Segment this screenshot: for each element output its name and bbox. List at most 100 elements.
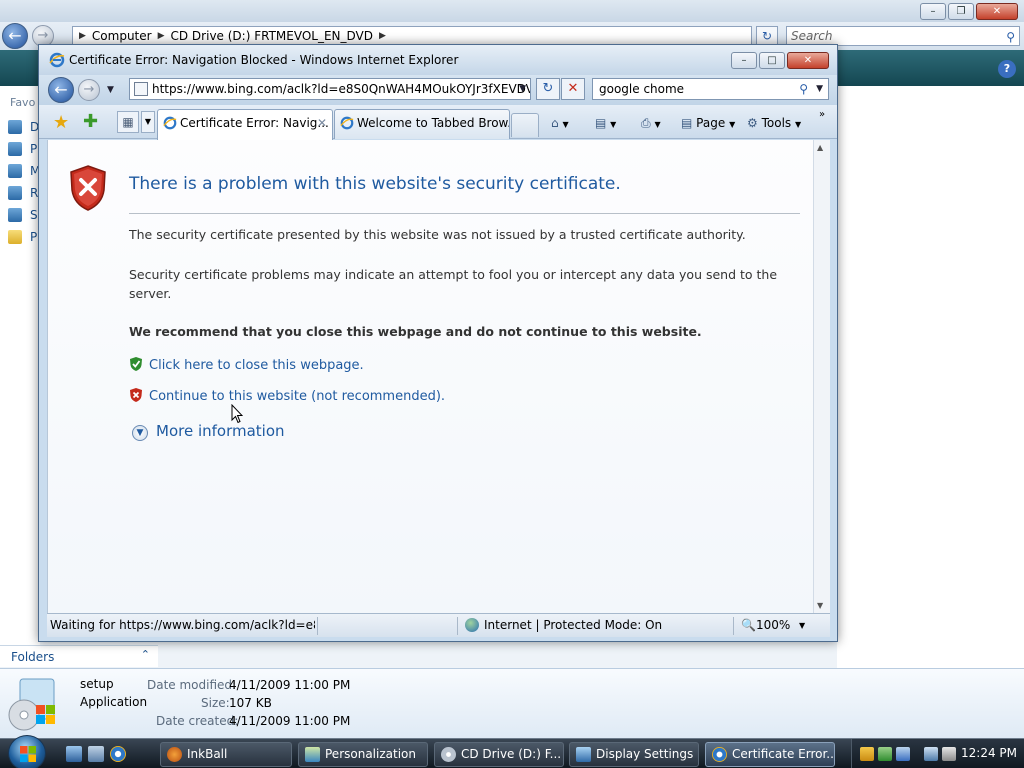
quick-tabs-button[interactable]: ▦ bbox=[117, 111, 139, 133]
switch-windows-icon[interactable] bbox=[88, 746, 104, 762]
close-tab-icon[interactable]: ✕ bbox=[317, 110, 327, 136]
taskbar-button-label: Certificate Error... bbox=[732, 747, 835, 761]
explorer-navigation-pane: Favo D P M R S P bbox=[0, 86, 40, 646]
ie-minimize-button[interactable]: – bbox=[731, 52, 757, 69]
continue-website-link[interactable]: Continue to this website (not recommende… bbox=[129, 387, 445, 404]
windows-defender-icon[interactable] bbox=[878, 747, 892, 761]
chevron-right-icon: ▶ bbox=[79, 31, 86, 41]
new-tab-button[interactable] bbox=[511, 113, 539, 137]
display-settings-icon bbox=[576, 747, 591, 762]
error-description: The security certificate presented by th… bbox=[129, 227, 746, 242]
page-menu-button[interactable]: ▤ Page ▼ bbox=[681, 113, 735, 133]
search-icon[interactable]: ⚲ bbox=[799, 79, 808, 99]
breadcrumb[interactable]: ▶ Computer ▶ CD Drive (D:) FRTMEVOL_EN_D… bbox=[72, 26, 752, 46]
size-label: Size: bbox=[201, 696, 230, 710]
clock[interactable]: 12:24 PM bbox=[961, 746, 1017, 760]
tools-menu-button[interactable]: ⚙ Tools ▼ bbox=[747, 113, 801, 133]
breadcrumb-item-cd-drive[interactable]: CD Drive (D:) FRTMEVOL_EN_DVD bbox=[171, 29, 374, 43]
chevron-more-icon[interactable]: » bbox=[819, 105, 825, 125]
home-button[interactable]: ⌂ ▼ bbox=[551, 113, 569, 133]
ie-refresh-button[interactable]: ↻ bbox=[536, 78, 560, 100]
folder-icon bbox=[8, 230, 22, 244]
address-bar-input[interactable]: https://www.bing.com/aclk?ld=e8S0QnWAH4M… bbox=[129, 78, 531, 100]
tools-menu-label: Tools bbox=[761, 116, 792, 130]
setup-app-icon bbox=[8, 678, 55, 731]
explorer-maximize-button[interactable]: ❐ bbox=[948, 3, 974, 20]
zoom-dropdown-icon[interactable]: ▼ bbox=[799, 618, 805, 634]
close-webpage-link[interactable]: Click here to close this webpage. bbox=[129, 356, 364, 373]
volume-muted-icon[interactable] bbox=[942, 747, 956, 761]
inkball-icon bbox=[167, 747, 182, 762]
taskbar-button-display-settings[interactable]: Display Settings bbox=[569, 742, 699, 767]
language-icon[interactable] bbox=[896, 747, 910, 761]
explorer-minimize-button[interactable]: – bbox=[920, 3, 946, 20]
date-created-value: 4/11/2009 11:00 PM bbox=[229, 714, 351, 728]
continue-website-link-text[interactable]: Continue to this website (not recommende… bbox=[149, 389, 445, 404]
taskbar-button-inkball[interactable]: InkBall bbox=[160, 742, 292, 767]
explorer-file-area bbox=[837, 86, 1024, 668]
tab-welcome-tabbed-browsing[interactable]: Welcome to Tabbed Brow... bbox=[334, 109, 510, 139]
feeds-button[interactable]: ▤ ▼ bbox=[595, 113, 616, 133]
ie-search-input[interactable]: google chome ⚲ ▼ bbox=[592, 78, 829, 100]
explorer-back-button[interactable]: ← bbox=[2, 23, 28, 49]
sidebar-item-pictures[interactable]: P bbox=[30, 142, 37, 156]
search-icon[interactable]: ⚲ bbox=[1006, 28, 1015, 46]
show-desktop-icon[interactable] bbox=[66, 746, 82, 762]
breadcrumb-item-computer[interactable]: Computer bbox=[92, 29, 152, 43]
ie-forward-button[interactable]: → bbox=[78, 79, 100, 101]
ie-navigation-bar: ← → ▼ https://www.bing.com/aclk?ld=e8S0Q… bbox=[39, 75, 837, 105]
size-value: 107 KB bbox=[229, 696, 272, 710]
ie-titlebar[interactable]: Certificate Error: Navigation Blocked - … bbox=[39, 45, 837, 75]
network-icon[interactable] bbox=[924, 747, 938, 761]
scroll-up-icon[interactable]: ▲ bbox=[817, 143, 823, 152]
folders-toggle[interactable]: Folders ⌃ bbox=[0, 645, 158, 667]
sidebar-item-searches[interactable]: S bbox=[30, 208, 38, 222]
zoom-level[interactable]: 🔍100% bbox=[741, 618, 790, 632]
ie-quicklaunch-icon[interactable] bbox=[110, 746, 126, 762]
taskbar-button-cd-drive[interactable]: CD Drive (D:) F... bbox=[434, 742, 564, 767]
rss-feed-icon: ▤ bbox=[595, 116, 607, 130]
security-zone[interactable]: Internet | Protected Mode: On bbox=[465, 618, 662, 632]
taskbar-button-label: InkBall bbox=[187, 747, 228, 761]
security-alert-icon[interactable] bbox=[860, 747, 874, 761]
ie-back-button[interactable]: ← bbox=[48, 77, 74, 103]
tab-certificate-error[interactable]: Certificate Error: Navig... ✕ bbox=[157, 109, 333, 140]
vertical-scrollbar[interactable]: ▲ ▼ bbox=[813, 140, 830, 613]
page-icon: ▤ bbox=[681, 116, 693, 130]
address-dropdown-icon[interactable]: ▼ bbox=[519, 79, 526, 99]
zoom-icon: 🔍 bbox=[741, 618, 756, 632]
print-button[interactable]: ⎙ ▼ bbox=[641, 113, 661, 133]
divider bbox=[129, 213, 800, 214]
personalization-icon bbox=[305, 747, 320, 762]
search-options-dropdown-icon[interactable]: ▼ bbox=[816, 79, 823, 99]
searches-icon bbox=[8, 208, 22, 222]
taskbar-button-personalization[interactable]: Personalization bbox=[298, 742, 428, 767]
tab-list-dropdown[interactable]: ▼ bbox=[141, 111, 155, 133]
recent-pages-dropdown[interactable]: ▼ bbox=[107, 85, 114, 95]
sidebar-item-public[interactable]: P bbox=[30, 230, 37, 244]
more-information-expander[interactable]: ▼ More information bbox=[132, 422, 285, 441]
taskbar-button-certificate-error[interactable]: Certificate Error... bbox=[705, 742, 835, 767]
ie-close-button[interactable]: ✕ bbox=[787, 52, 829, 69]
help-icon[interactable]: ? bbox=[998, 60, 1016, 78]
explorer-refresh-button[interactable]: ↻ bbox=[756, 26, 778, 46]
explorer-close-button[interactable]: ✕ bbox=[976, 3, 1018, 20]
ie-maximize-button[interactable]: □ bbox=[759, 52, 785, 69]
error-shield-icon bbox=[70, 165, 106, 211]
add-to-favorites-icon[interactable]: ✚ bbox=[83, 111, 98, 132]
taskbar: InkBall Personalization CD Drive (D:) F.… bbox=[0, 735, 1024, 768]
tab-label: Welcome to Tabbed Brow... bbox=[357, 116, 510, 130]
explorer-titlebar: – ❐ ✕ bbox=[0, 0, 1024, 22]
start-button[interactable] bbox=[8, 735, 46, 768]
taskbar-button-label: Display Settings bbox=[596, 747, 694, 761]
status-text: Waiting for https://www.bing.com/aclk?ld… bbox=[50, 618, 315, 632]
explorer-search-input[interactable]: Search ⚲ bbox=[786, 26, 1020, 46]
ie-page-icon bbox=[163, 116, 177, 130]
scroll-down-icon[interactable]: ▼ bbox=[817, 601, 823, 610]
error-title: There is a problem with this website's s… bbox=[129, 174, 621, 194]
ie-stop-button[interactable]: ✕ bbox=[561, 78, 585, 100]
favorites-center-icon[interactable]: ★ bbox=[53, 112, 69, 133]
close-webpage-link-text[interactable]: Click here to close this webpage. bbox=[149, 358, 364, 373]
file-type: Application bbox=[80, 695, 148, 709]
home-icon: ⌂ bbox=[551, 116, 559, 130]
